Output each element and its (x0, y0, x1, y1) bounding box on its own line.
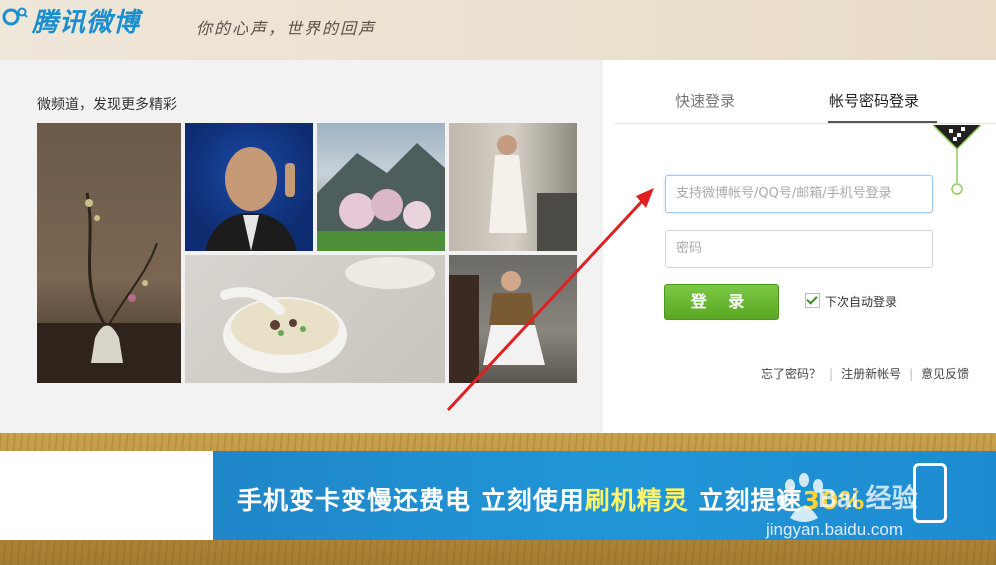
site-logo-text[interactable]: 腾讯微博 (32, 2, 140, 39)
forgot-password-link[interactable]: 忘了密码？ (761, 367, 821, 381)
photo-tile-speaker[interactable] (185, 123, 313, 251)
login-button[interactable]: 登 录 (664, 284, 779, 320)
auto-login[interactable]: 下次自动登录 (805, 293, 897, 310)
photo-tile-mountain[interactable] (317, 123, 445, 251)
tab-quick-login[interactable]: 快速登录 (675, 90, 735, 111)
watermark-url: jingyan.baidu.com (766, 520, 904, 539)
food-image (220, 257, 435, 373)
login-links: 忘了密码？ | 注册新帐号 | 意见反馈 (761, 365, 969, 382)
photo-tile-ikebana[interactable] (37, 123, 181, 383)
account-input[interactable]: 支持微博帐号/QQ号/邮箱/手机号登录 (665, 175, 933, 213)
weibo-logo-icon[interactable] (2, 4, 28, 30)
ad-text-prefix: 手机变卡变慢还费电 立刻使用 (237, 486, 585, 515)
auto-login-label[interactable]: 下次自动登录 (825, 295, 897, 309)
login-tabs: 快速登录 帐号密码登录 (615, 60, 996, 124)
mountain-image (317, 143, 445, 251)
active-tab-indicator (828, 121, 937, 123)
speaker-image (205, 147, 297, 251)
site-slogan: 你的心声，世界的回声 (196, 19, 377, 38)
ikebana-image (37, 192, 181, 383)
link-divider: | (909, 367, 914, 381)
annotation-arrow-icon (446, 188, 654, 412)
watermark-brand: Bai 经验 (818, 483, 918, 513)
qr-code-toggle-icon[interactable] (933, 125, 981, 197)
auto-login-checkbox[interactable] (805, 293, 820, 308)
banner-left-blank (0, 451, 213, 540)
feedback-link[interactable]: 意见反馈 (921, 367, 969, 381)
site-header: 腾讯微博 你的心声，世界的回声 (0, 0, 996, 60)
link-divider: | (829, 367, 834, 381)
tab-account-login[interactable]: 帐号密码登录 (829, 90, 919, 111)
channel-title: 微频道，发现更多精彩 (37, 97, 177, 113)
password-input[interactable]: 密码 (665, 230, 933, 268)
register-link[interactable]: 注册新帐号 (841, 367, 901, 381)
ad-text-highlight: 刷机精灵 (584, 486, 689, 515)
photo-tile-food[interactable] (185, 255, 445, 383)
